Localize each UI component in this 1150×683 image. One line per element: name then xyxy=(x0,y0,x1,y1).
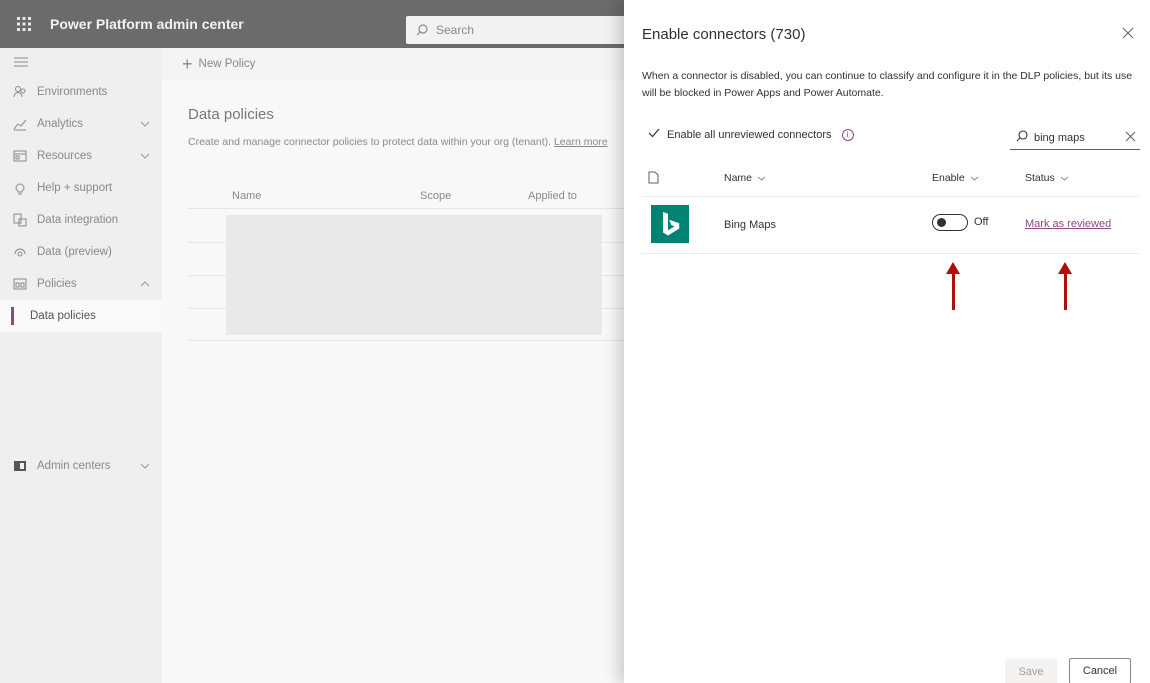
nav-label: Help + support xyxy=(37,182,113,194)
page-title: Data policies xyxy=(188,106,274,123)
connector-search-input[interactable]: bing maps xyxy=(1010,126,1140,150)
nav-label: Policies xyxy=(37,278,77,290)
nav-label: Data policies xyxy=(30,310,96,322)
enable-toggle[interactable] xyxy=(932,214,968,231)
chevron-down-icon xyxy=(970,172,979,184)
toggle-knob xyxy=(937,218,946,227)
mark-as-reviewed-link[interactable]: Mark as reviewed xyxy=(1025,218,1111,230)
command-bar: + New Policy xyxy=(162,48,624,80)
chevron-down-icon xyxy=(757,172,766,184)
nav-item-analytics[interactable]: Analytics xyxy=(0,108,162,140)
chevron-down-icon xyxy=(140,118,150,130)
learn-more-link[interactable]: Learn more xyxy=(554,136,608,148)
page-content: Data policies Create and manage connecto… xyxy=(162,80,624,683)
collapse-nav-icon[interactable] xyxy=(0,48,162,76)
loading-placeholder xyxy=(226,215,602,335)
toggle-state-label: Off xyxy=(974,216,989,228)
chevron-down-icon xyxy=(140,460,150,472)
nav-label: Analytics xyxy=(37,118,84,130)
search-placeholder: Search xyxy=(436,23,475,37)
chevron-down-icon xyxy=(1060,172,1069,184)
main-content: + New Policy Data policies Create and ma… xyxy=(162,48,624,683)
help-icon xyxy=(12,180,28,196)
enable-all-unreviewed-button[interactable]: Enable all unreviewed connectors i xyxy=(648,128,854,141)
annotation-arrow-up-icon xyxy=(1058,262,1072,310)
new-policy-button[interactable]: New Policy xyxy=(199,58,256,70)
table-divider xyxy=(642,253,1139,254)
column-header-label: Status xyxy=(1025,172,1055,184)
panel-description: When a connector is disabled, you can co… xyxy=(642,70,1133,99)
chevron-up-icon xyxy=(140,278,150,290)
search-value: bing maps xyxy=(1034,131,1085,144)
column-header-name[interactable]: Name xyxy=(232,190,261,202)
page-description: Create and manage connector policies to … xyxy=(188,136,608,148)
enable-all-label: Enable all unreviewed connectors xyxy=(667,128,832,141)
search-icon xyxy=(1016,130,1028,145)
nav-item-resources[interactable]: Resources xyxy=(0,140,162,172)
nav-item-help-support[interactable]: Help + support xyxy=(0,172,162,204)
column-header-scope[interactable]: Scope xyxy=(420,190,451,202)
resources-icon xyxy=(12,148,28,164)
panel-title: Enable connectors (730) xyxy=(642,26,806,43)
data-preview-icon xyxy=(12,244,28,260)
nav-item-data-integration[interactable]: Data integration xyxy=(0,204,162,236)
add-icon: + xyxy=(182,53,193,74)
app-launcher-icon[interactable] xyxy=(0,0,48,48)
column-header-status[interactable]: Status xyxy=(1025,172,1069,184)
nav-item-admin-centers[interactable]: Admin centers xyxy=(0,450,162,482)
info-icon[interactable]: i xyxy=(841,128,854,141)
column-header-label: Name xyxy=(724,172,753,184)
app-title[interactable]: Power Platform admin center xyxy=(50,16,244,32)
nav-label: Environments xyxy=(37,86,108,98)
annotation-arrow-up-icon xyxy=(946,262,960,310)
nav-item-environments[interactable]: Environments xyxy=(0,76,162,108)
column-header-applied-to[interactable]: Applied to xyxy=(528,190,577,202)
data-integration-icon xyxy=(12,212,28,228)
bing-logo-icon xyxy=(651,205,689,243)
chevron-down-icon xyxy=(140,150,150,162)
nav-label: Data integration xyxy=(37,214,119,226)
search-icon xyxy=(416,24,428,36)
connector-name[interactable]: Bing Maps xyxy=(724,219,776,231)
nav-item-data-policies[interactable]: Data policies xyxy=(0,300,162,332)
clear-search-icon[interactable] xyxy=(1125,131,1136,145)
table-divider xyxy=(642,196,1139,197)
column-header-label: Enable xyxy=(932,172,965,184)
file-type-icon xyxy=(648,171,659,189)
checkmark-icon xyxy=(648,128,660,141)
global-search-input[interactable]: Search xyxy=(406,16,626,44)
nav-label: Data (preview) xyxy=(37,246,112,258)
environments-icon xyxy=(12,84,28,100)
column-header-enable[interactable]: Enable xyxy=(932,172,979,184)
nav-item-data-preview[interactable]: Data (preview) xyxy=(0,236,162,268)
left-navigation: Environments Analytics Resources Help + … xyxy=(0,48,162,683)
column-header-name[interactable]: Name xyxy=(724,172,766,184)
row-divider xyxy=(188,340,624,341)
row-divider xyxy=(188,208,624,209)
admin-centers-icon xyxy=(12,458,28,474)
enable-connectors-panel: Enable connectors (730) When a connector… xyxy=(624,0,1150,683)
nav-label: Admin centers xyxy=(37,460,111,472)
cancel-button[interactable]: Cancel xyxy=(1069,658,1131,683)
analytics-icon xyxy=(12,116,28,132)
policies-icon xyxy=(12,276,28,292)
description-text: Create and manage connector policies to … xyxy=(188,136,552,148)
nav-item-policies[interactable]: Policies xyxy=(0,268,162,300)
save-button[interactable]: Save xyxy=(1005,659,1057,683)
close-icon[interactable] xyxy=(1122,26,1138,42)
nav-label: Resources xyxy=(37,150,92,162)
